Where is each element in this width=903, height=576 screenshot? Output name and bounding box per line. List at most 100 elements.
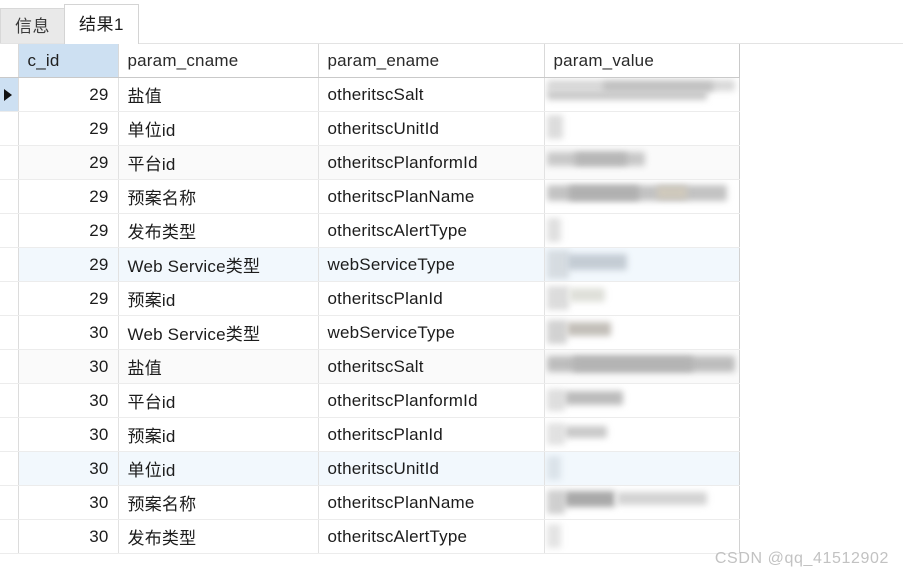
table-row[interactable]: 29 预案id otheritscPlanId [0, 281, 740, 316]
cell-param-ename[interactable]: webServiceType [318, 315, 545, 350]
cell-param-value[interactable] [544, 281, 740, 316]
cell-c-id[interactable]: 30 [18, 383, 119, 418]
table-row[interactable]: 29 平台id otheritscPlanformId [0, 145, 740, 180]
table-row[interactable]: 30 预案名称 otheritscPlanName [0, 485, 740, 520]
row-marker-cell[interactable] [0, 111, 19, 146]
row-marker-cell[interactable] [0, 179, 19, 214]
cell-param-ename[interactable]: otheritscPlanName [318, 179, 545, 214]
cell-param-value[interactable] [544, 111, 740, 146]
cell-param-value[interactable] [544, 383, 740, 418]
cell-param-value[interactable] [544, 145, 740, 180]
table-row[interactable]: 29 盐值 otheritscSalt [0, 77, 740, 112]
cell-param-cname[interactable]: 平台id [118, 145, 319, 180]
cell-c-id[interactable]: 29 [18, 77, 119, 112]
table-row[interactable]: 29 发布类型 otheritscAlertType [0, 213, 740, 248]
cell-param-ename[interactable]: otheritscPlanId [318, 417, 545, 452]
cell-param-ename[interactable]: webServiceType [318, 247, 545, 282]
cell-param-value[interactable] [544, 417, 740, 452]
cell-param-ename[interactable]: otheritscAlertType [318, 519, 545, 554]
cell-param-value[interactable] [544, 451, 740, 486]
cell-c-id[interactable]: 30 [18, 349, 119, 384]
cell-param-cname[interactable]: 盐值 [118, 349, 319, 384]
cell-param-cname[interactable]: 单位id [118, 111, 319, 146]
result-tab-strip: 信息 结果1 [0, 0, 903, 44]
table-row[interactable]: 29 单位id otheritscUnitId [0, 111, 740, 146]
cell-param-cname[interactable]: Web Service类型 [118, 247, 319, 282]
cell-param-cname[interactable]: 发布类型 [118, 213, 319, 248]
cell-param-ename[interactable]: otheritscPlanId [318, 281, 545, 316]
row-marker-cell[interactable] [0, 349, 19, 384]
cell-param-cname[interactable]: 预案名称 [118, 179, 319, 214]
cell-c-id[interactable]: 29 [18, 179, 119, 214]
cell-param-ename[interactable]: otheritscPlanName [318, 485, 545, 520]
table-row[interactable]: 30 单位id otheritscUnitId [0, 451, 740, 486]
redaction-blob [546, 115, 563, 139]
cell-c-id[interactable]: 30 [18, 485, 119, 520]
cell-param-value[interactable] [544, 179, 740, 214]
row-marker-cell[interactable] [0, 315, 19, 350]
cell-c-id[interactable]: 30 [18, 315, 119, 350]
row-marker-cell[interactable] [0, 247, 19, 282]
table-row[interactable]: 29 预案名称 otheritscPlanName [0, 179, 740, 214]
cell-param-cname[interactable]: 平台id [118, 383, 319, 418]
cell-param-ename[interactable]: otheritscUnitId [318, 111, 545, 146]
cell-param-ename[interactable]: otheritscUnitId [318, 451, 545, 486]
tab-info[interactable]: 信息 [0, 8, 65, 44]
cell-param-cname[interactable]: 发布类型 [118, 519, 319, 554]
row-marker-cell[interactable] [0, 519, 19, 554]
cell-param-value[interactable] [544, 247, 740, 282]
cell-param-value[interactable] [544, 77, 740, 112]
cell-param-ename[interactable]: otheritscPlanformId [318, 383, 545, 418]
column-header-param-ename[interactable]: param_ename [318, 44, 545, 78]
tab-result[interactable]: 结果1 [64, 4, 139, 44]
redaction-blob [546, 320, 567, 344]
table-row[interactable]: 30 Web Service类型 webServiceType [0, 315, 740, 350]
cell-c-id[interactable]: 30 [18, 417, 119, 452]
csdn-watermark: CSDN @qq_41512902 [714, 550, 889, 567]
cell-c-id[interactable]: 29 [18, 111, 119, 146]
cell-c-id[interactable]: 29 [18, 213, 119, 248]
cell-c-id[interactable]: 29 [18, 145, 119, 180]
cell-param-value[interactable] [544, 315, 740, 350]
table-row[interactable]: 30 平台id otheritscPlanformId [0, 383, 740, 418]
cell-c-id[interactable]: 29 [18, 281, 119, 316]
cell-c-id[interactable]: 29 [18, 247, 119, 282]
redaction-blob [566, 254, 627, 270]
cell-param-cname[interactable]: 预案id [118, 281, 319, 316]
cell-param-ename[interactable]: otheritscSalt [318, 349, 545, 384]
table-row[interactable]: 29 Web Service类型 webServiceType [0, 247, 740, 282]
cell-c-id[interactable]: 30 [18, 519, 119, 554]
row-marker-cell[interactable] [0, 485, 19, 520]
cell-param-cname[interactable]: 单位id [118, 451, 319, 486]
table-row[interactable]: 30 预案id otheritscPlanId [0, 417, 740, 452]
row-marker-cell[interactable] [0, 383, 19, 418]
cell-param-cname[interactable]: 盐值 [118, 77, 319, 112]
column-header-c-id[interactable]: c_id [18, 44, 119, 78]
cell-param-ename[interactable]: otheritscPlanformId [318, 145, 545, 180]
row-marker-cell[interactable] [0, 145, 19, 180]
cell-param-cname[interactable]: 预案名称 [118, 485, 319, 520]
cell-param-cname[interactable]: 预案id [118, 417, 319, 452]
redaction-blob [546, 218, 561, 242]
cell-param-ename[interactable]: otheritscSalt [318, 77, 545, 112]
row-marker-cell[interactable] [0, 213, 19, 248]
row-marker-cell[interactable] [0, 281, 19, 316]
row-marker-cell[interactable] [0, 417, 19, 452]
cell-param-value[interactable] [544, 519, 740, 554]
table-row[interactable]: 30 发布类型 otheritscAlertType [0, 519, 740, 554]
cell-param-ename[interactable]: otheritscAlertType [318, 213, 545, 248]
redaction-blob [568, 288, 605, 302]
row-marker-cell[interactable] [0, 451, 19, 486]
cell-c-id[interactable]: 30 [18, 451, 119, 486]
row-marker-cell[interactable] [0, 77, 19, 112]
query-result-grid[interactable]: c_id param_cname param_ename param_value 29… [0, 44, 903, 576]
cell-param-cname[interactable]: Web Service类型 [118, 315, 319, 350]
cell-param-value[interactable] [544, 485, 740, 520]
table-row[interactable]: 30 盐值 otheritscSalt [0, 349, 740, 384]
cell-param-value[interactable] [544, 213, 740, 248]
redaction-blob [546, 490, 565, 514]
redaction-blob [546, 423, 565, 445]
column-header-param-value[interactable]: param_value [544, 44, 740, 78]
column-header-param-cname[interactable]: param_cname [118, 44, 319, 78]
cell-param-value[interactable] [544, 349, 740, 384]
